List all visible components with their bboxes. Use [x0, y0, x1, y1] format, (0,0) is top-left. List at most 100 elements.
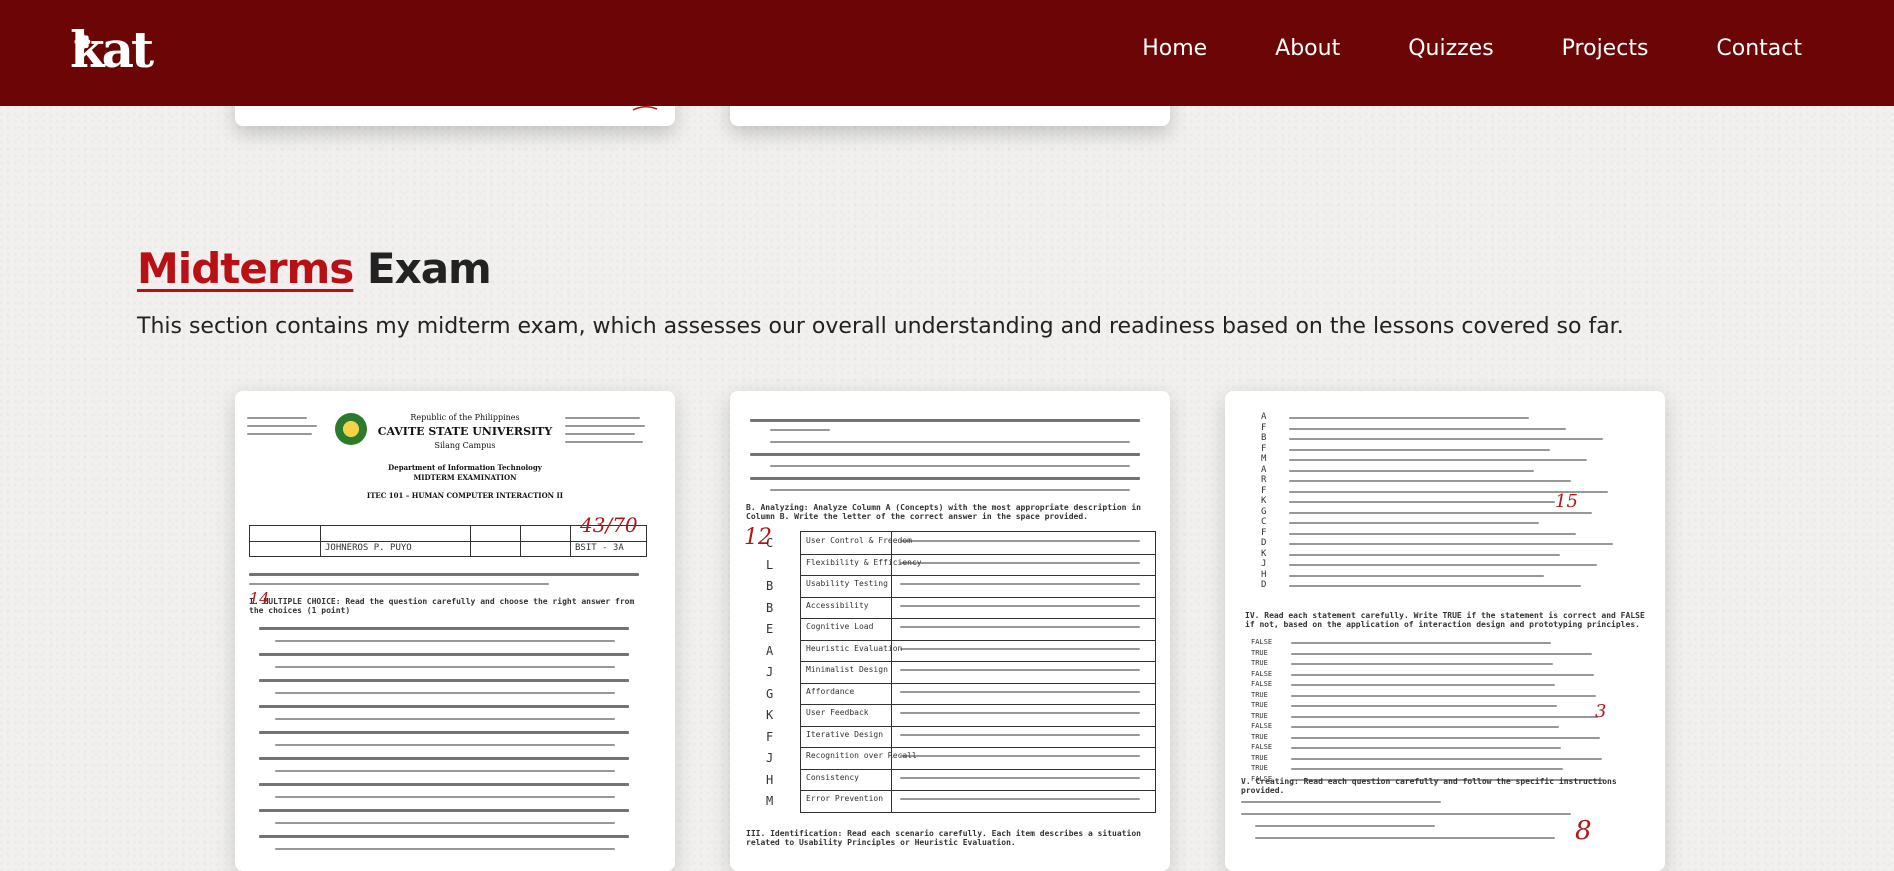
true-false-answer: TRUE — [1251, 711, 1268, 720]
exam-title: MIDTERM EXAMINATION — [413, 473, 517, 482]
concept-label: User Feedback — [806, 708, 869, 718]
table-row-divider — [801, 639, 1155, 641]
question-line — [1241, 813, 1571, 815]
description-line — [900, 712, 1140, 715]
nav-about-link[interactable]: About — [1275, 36, 1340, 61]
concept-label: Error Prevention — [806, 794, 884, 804]
handwritten-answer: C — [766, 536, 774, 550]
handwritten-answer: F — [766, 729, 774, 744]
exam-page-image: Republic of the Philippines CAVITE STATE… — [235, 391, 675, 871]
question-line — [1289, 438, 1603, 440]
table-row-divider — [801, 596, 1155, 598]
table-row-divider — [801, 725, 1155, 727]
section-title: Midterms Exam — [137, 244, 492, 293]
table-row-divider — [801, 661, 1155, 663]
question-line — [259, 783, 629, 786]
course-title: ITEC 101 – HUMAN COMPUTER INTERACTION II — [366, 491, 564, 500]
question-line — [275, 640, 615, 642]
instructor-name: JOHNEROS P. PUYO — [325, 543, 412, 553]
question-line — [275, 692, 615, 694]
question-line — [1291, 726, 1559, 728]
true-false-answer: TRUE — [1251, 701, 1268, 709]
question-line — [1291, 757, 1602, 760]
description-line — [900, 583, 1140, 586]
true-false-answer: FALSE — [1251, 669, 1273, 678]
handwritten-answer: D — [1261, 538, 1267, 548]
section-title-accent: Midterms — [137, 244, 354, 293]
creating-heading: V. Creating: Read each question carefull… — [1241, 777, 1617, 795]
true-false-answer: TRUE — [1251, 659, 1268, 667]
question-line — [1291, 652, 1592, 655]
description-line — [900, 776, 1140, 779]
exam-page-card-2[interactable]: B. Analyzing: Analyze Column A (Concepts… — [730, 391, 1170, 871]
exam-page-card-3[interactable]: AFBFMARFKGCFDKJHD 15 IV. Read each state… — [1225, 391, 1665, 871]
navbar: ❁ kat Home About Quizzes Projects Contac… — [0, 0, 1894, 106]
nav-quizzes-link[interactable]: Quizzes — [1408, 36, 1493, 61]
question-line — [259, 653, 629, 656]
question-line — [750, 419, 1140, 422]
true-false-heading: IV. Read each statement carefully. Write… — [1245, 611, 1645, 629]
description-line — [900, 647, 1140, 650]
site-logo[interactable]: ❁ kat — [70, 22, 154, 78]
campus-text: Silang Campus — [434, 441, 496, 450]
question-line — [1289, 469, 1534, 472]
question-line — [1289, 574, 1544, 577]
description-line — [900, 690, 1140, 693]
question-line — [259, 835, 629, 838]
table-row-divider — [801, 553, 1155, 555]
table-row-divider — [801, 704, 1155, 706]
table-row-divider — [801, 768, 1155, 770]
true-false-answer: FALSE — [1251, 638, 1273, 646]
handwritten-answer: K — [766, 708, 774, 723]
handwritten-answer: R — [1261, 475, 1267, 485]
republic-text: Republic of the Philippines — [410, 413, 520, 422]
table-row-divider — [801, 618, 1155, 620]
table-row-divider — [801, 575, 1155, 577]
description-line — [900, 540, 1140, 542]
vision-text — [247, 433, 312, 435]
handwritten-answer: M — [766, 794, 774, 809]
description-line — [900, 626, 1140, 629]
handwritten-answer: J — [1261, 559, 1267, 569]
exam-page-image: B. Analyzing: Analyze Column A (Concepts… — [730, 391, 1170, 871]
question-line — [259, 679, 629, 682]
nav-home-link[interactable]: Home — [1142, 36, 1207, 61]
test-heading: I. MULTIPLE CHOICE: Read the question ca… — [249, 597, 635, 615]
exam-page-card-1[interactable]: Republic of the Philippines CAVITE STATE… — [235, 391, 675, 871]
question-line — [1289, 459, 1587, 461]
main-nav: Home About Quizzes Projects Contact — [1074, 36, 1802, 61]
concept-label: Cognitive Load — [806, 622, 874, 632]
handwritten-answer: A — [766, 643, 774, 658]
question-line — [275, 718, 615, 720]
dept-text: Department of Information Technology — [388, 463, 542, 472]
concept-label: Consistency — [806, 772, 859, 782]
true-false-answer: FALSE — [1251, 680, 1273, 688]
handwritten-answer: G — [1261, 506, 1267, 517]
bow-icon: ❁ — [74, 30, 91, 54]
concept-label: Affordance — [806, 686, 855, 696]
question-line — [259, 705, 629, 708]
vision-text — [247, 417, 307, 419]
question-line — [1289, 543, 1613, 545]
section-name: BSIT - 3A — [575, 543, 624, 553]
concept-label: User Control & Freedom — [806, 536, 912, 545]
true-false-answer: TRUE — [1251, 690, 1268, 699]
question-line — [1289, 511, 1592, 514]
question-line — [1291, 663, 1553, 665]
question-line — [1289, 501, 1555, 503]
question-line — [259, 809, 629, 812]
red-score: 15 — [1555, 491, 1578, 512]
nav-projects-link[interactable]: Projects — [1562, 36, 1649, 61]
question-line — [1289, 417, 1529, 419]
mission-text — [565, 433, 635, 435]
question-line — [275, 744, 615, 746]
score-mark: 43/70 — [580, 513, 638, 537]
question-line — [275, 848, 615, 850]
handwritten-answer: H — [1261, 569, 1267, 580]
nav-contact-link[interactable]: Contact — [1716, 36, 1802, 61]
analyzing-heading: B. Analyzing: Analyze Column A (Concepts… — [746, 503, 1141, 521]
directions-text — [249, 573, 639, 576]
question-line — [1289, 532, 1576, 535]
question-line — [275, 666, 615, 668]
mission-text — [565, 417, 640, 419]
